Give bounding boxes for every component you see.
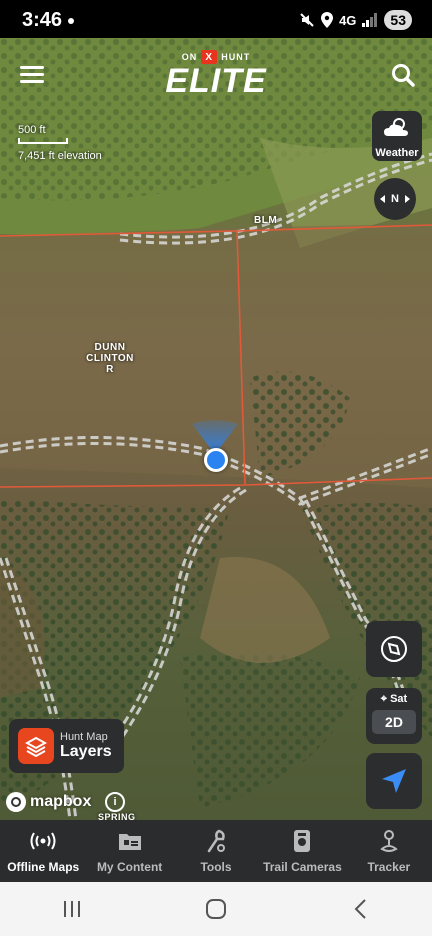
parcel-label-line2: CLINTON (86, 353, 134, 364)
layers-text: Hunt Map Layers (60, 731, 112, 761)
mapbox-label: mapbox (30, 793, 92, 810)
recent-apps-button[interactable] (52, 889, 92, 929)
parcel-label-line1: DUNN (94, 342, 126, 353)
scale-bar (18, 138, 68, 144)
layers-subtitle: Hunt Map (60, 731, 108, 743)
info-icon[interactable]: i (105, 792, 125, 812)
notification-dot-icon (68, 18, 74, 24)
map-label-blm: BLM (254, 215, 278, 226)
scale-elevation: 7,451 ft elevation (18, 150, 102, 162)
mute-icon (300, 13, 314, 27)
status-icons: 4G 53 (299, 8, 412, 32)
back-chevron-icon (354, 899, 366, 919)
sat-label: Sat (390, 693, 408, 705)
nav-my-content[interactable]: My Content (86, 820, 172, 882)
north-label: N (391, 193, 399, 205)
back-button[interactable] (340, 889, 380, 929)
bottom-nav: Offline Maps My Content Tools Trail Came… (0, 820, 432, 882)
mapbox-logo-icon (6, 792, 26, 812)
location-pin-icon (321, 12, 334, 28)
mode-2d-toggle[interactable]: 2D (372, 710, 416, 734)
home-button[interactable] (196, 889, 236, 929)
north-compass-button[interactable]: N (374, 178, 416, 220)
navigation-arrow-icon (382, 769, 406, 793)
battery-indicator: 53 (384, 10, 412, 30)
compass-button[interactable] (366, 621, 422, 677)
nav-label: Tracker (367, 860, 411, 874)
map-label-parcel: DUNN CLINTON R (80, 342, 140, 375)
system-nav-bar (0, 882, 432, 936)
brand-suffix: HUNT (221, 52, 251, 62)
brand-logo: ON X HUNT ELITE (0, 50, 432, 98)
brand-title: ELITE (165, 62, 267, 100)
app-header: ON X HUNT ELITE (0, 38, 432, 108)
offline-maps-icon (30, 828, 56, 854)
map-label-spring: SPRING (98, 812, 136, 820)
signal-icon (362, 13, 378, 27)
network-label: 4G (339, 12, 357, 28)
nav-tools[interactable]: Tools (173, 820, 259, 882)
cloud-sun-icon (384, 118, 408, 136)
tools-icon (205, 828, 227, 854)
status-bar: 3:46 4G 53 (0, 0, 432, 38)
status-time: 3:46 (22, 9, 63, 31)
nav-tracker[interactable]: Tracker (346, 820, 432, 882)
scale-distance: 500 ft (18, 124, 46, 136)
weather-label: Weather (375, 147, 419, 159)
compass-icon (381, 636, 407, 662)
tracker-icon (378, 828, 400, 854)
brand-prefix: ON (181, 52, 198, 62)
layers-stack-icon (25, 736, 47, 757)
weather-button[interactable]: Weather (372, 111, 422, 161)
nav-label: Offline Maps (7, 860, 80, 874)
nav-label: My Content (96, 860, 163, 874)
parcel-label-line3: R (106, 364, 114, 375)
nav-offline-maps[interactable]: Offline Maps (0, 820, 86, 882)
search-icon[interactable] (390, 62, 416, 88)
nav-label: Trail Cameras (263, 860, 342, 874)
sat-toggle[interactable]: ⌖ Sat (366, 693, 422, 706)
mapbox-attribution[interactable]: mapbox (6, 792, 91, 812)
recent-apps-icon (64, 901, 80, 917)
trail-cameras-icon (292, 828, 312, 854)
map-scale: 500 ft 7,451 ft elevation (18, 124, 102, 162)
layers-title: Layers (60, 743, 112, 760)
nav-trail-cameras[interactable]: Trail Cameras (259, 820, 345, 882)
current-location-marker (204, 448, 228, 472)
home-icon (206, 899, 226, 919)
satellite-icon: ⌖ (380, 693, 387, 705)
map-mode-toggle[interactable]: ⌖ Sat 2D (366, 688, 422, 744)
nav-label: Tools (200, 860, 232, 874)
locate-me-button[interactable] (366, 753, 422, 809)
layers-icon (18, 728, 54, 764)
layers-button[interactable]: Hunt Map Layers (9, 719, 124, 773)
my-content-icon (118, 828, 142, 854)
